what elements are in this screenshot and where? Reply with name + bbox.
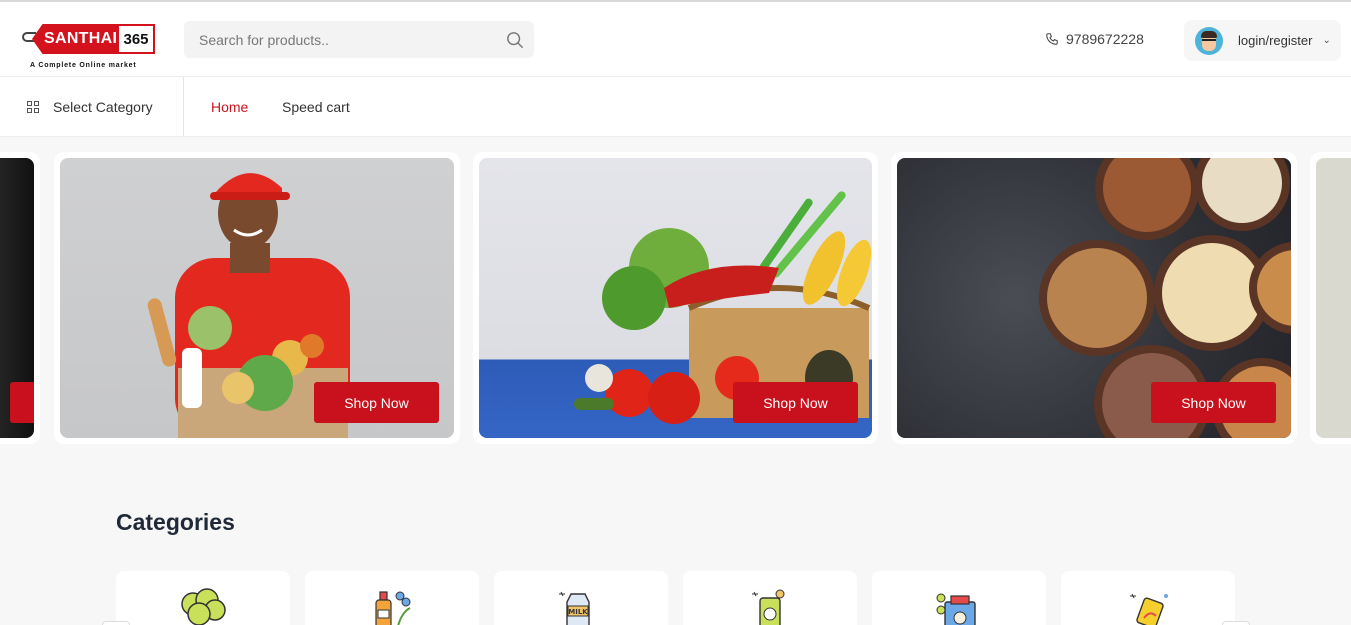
category-card[interactable] [683, 571, 857, 625]
phone-contact[interactable]: 9789672228 [1045, 31, 1144, 47]
banner-card: Shop Now [473, 152, 878, 444]
carousel-prev-button[interactable] [102, 621, 130, 625]
phone-icon [1046, 33, 1058, 45]
search-input[interactable] [184, 21, 484, 58]
shop-now-button[interactable]: Shop Now [1151, 382, 1276, 423]
banner-image [1316, 158, 1351, 438]
categories-heading: Categories [116, 509, 235, 535]
category-card[interactable] [1061, 571, 1235, 625]
banner-card-partial-right [1310, 152, 1351, 444]
main-nav: Select Category Home Speed cart [0, 77, 1351, 137]
banner-card: Shop Now [891, 152, 1297, 444]
logo-tagline: A Complete Online market [30, 62, 137, 69]
select-category-label: Select Category [53, 99, 153, 115]
site-header: SANTHAI 365 A Complete Online market 978… [0, 2, 1351, 77]
avatar [1195, 26, 1223, 55]
login-register-label: login/register [1238, 33, 1313, 48]
banner-carousel[interactable]: Shop Now Shop Now Shop Now [0, 152, 1351, 444]
select-category-button[interactable]: Select Category [0, 77, 184, 137]
category-card[interactable] [872, 571, 1046, 625]
site-logo[interactable]: SANTHAI 365 A Complete Online market [22, 14, 157, 76]
account-menu[interactable]: login/register ⌄ [1184, 20, 1341, 61]
logo-text: SANTHAI [44, 30, 118, 47]
category-card[interactable] [116, 571, 290, 625]
banner-image [0, 158, 34, 438]
svg-text:MILK: MILK [568, 608, 588, 616]
category-card[interactable]: MILK [494, 571, 668, 625]
search-icon[interactable] [506, 31, 524, 49]
carousel-next-button[interactable] [1222, 621, 1250, 625]
grocery-box-icon [936, 593, 976, 625]
banner-image-delivery: Shop Now [60, 158, 454, 438]
search-bar [184, 21, 534, 58]
grid-icon [27, 101, 39, 113]
milk-icon: MILK [559, 591, 590, 625]
broccoli-icon [181, 588, 226, 625]
banner-image-vegetables: Shop Now [479, 158, 872, 438]
nav-link-home[interactable]: Home [211, 99, 248, 115]
nav-link-speed-cart[interactable]: Speed cart [282, 99, 350, 115]
phone-number: 9789672228 [1066, 31, 1144, 47]
banner-card-partial-left [0, 152, 40, 444]
shop-now-button[interactable]: Shop Now [733, 382, 858, 423]
herbal-oil-icon [375, 591, 411, 625]
cleaning-icon [1130, 593, 1168, 625]
banner-card: Shop Now [54, 152, 460, 444]
shop-now-button[interactable]: Shop Now [314, 382, 439, 423]
category-card[interactable] [305, 571, 479, 625]
chevron-down-icon: ⌄ [1322, 35, 1331, 46]
banner-image-nuts: Shop Now [897, 158, 1291, 438]
logo-number: 365 [117, 24, 155, 54]
snack-can-icon [752, 589, 785, 625]
